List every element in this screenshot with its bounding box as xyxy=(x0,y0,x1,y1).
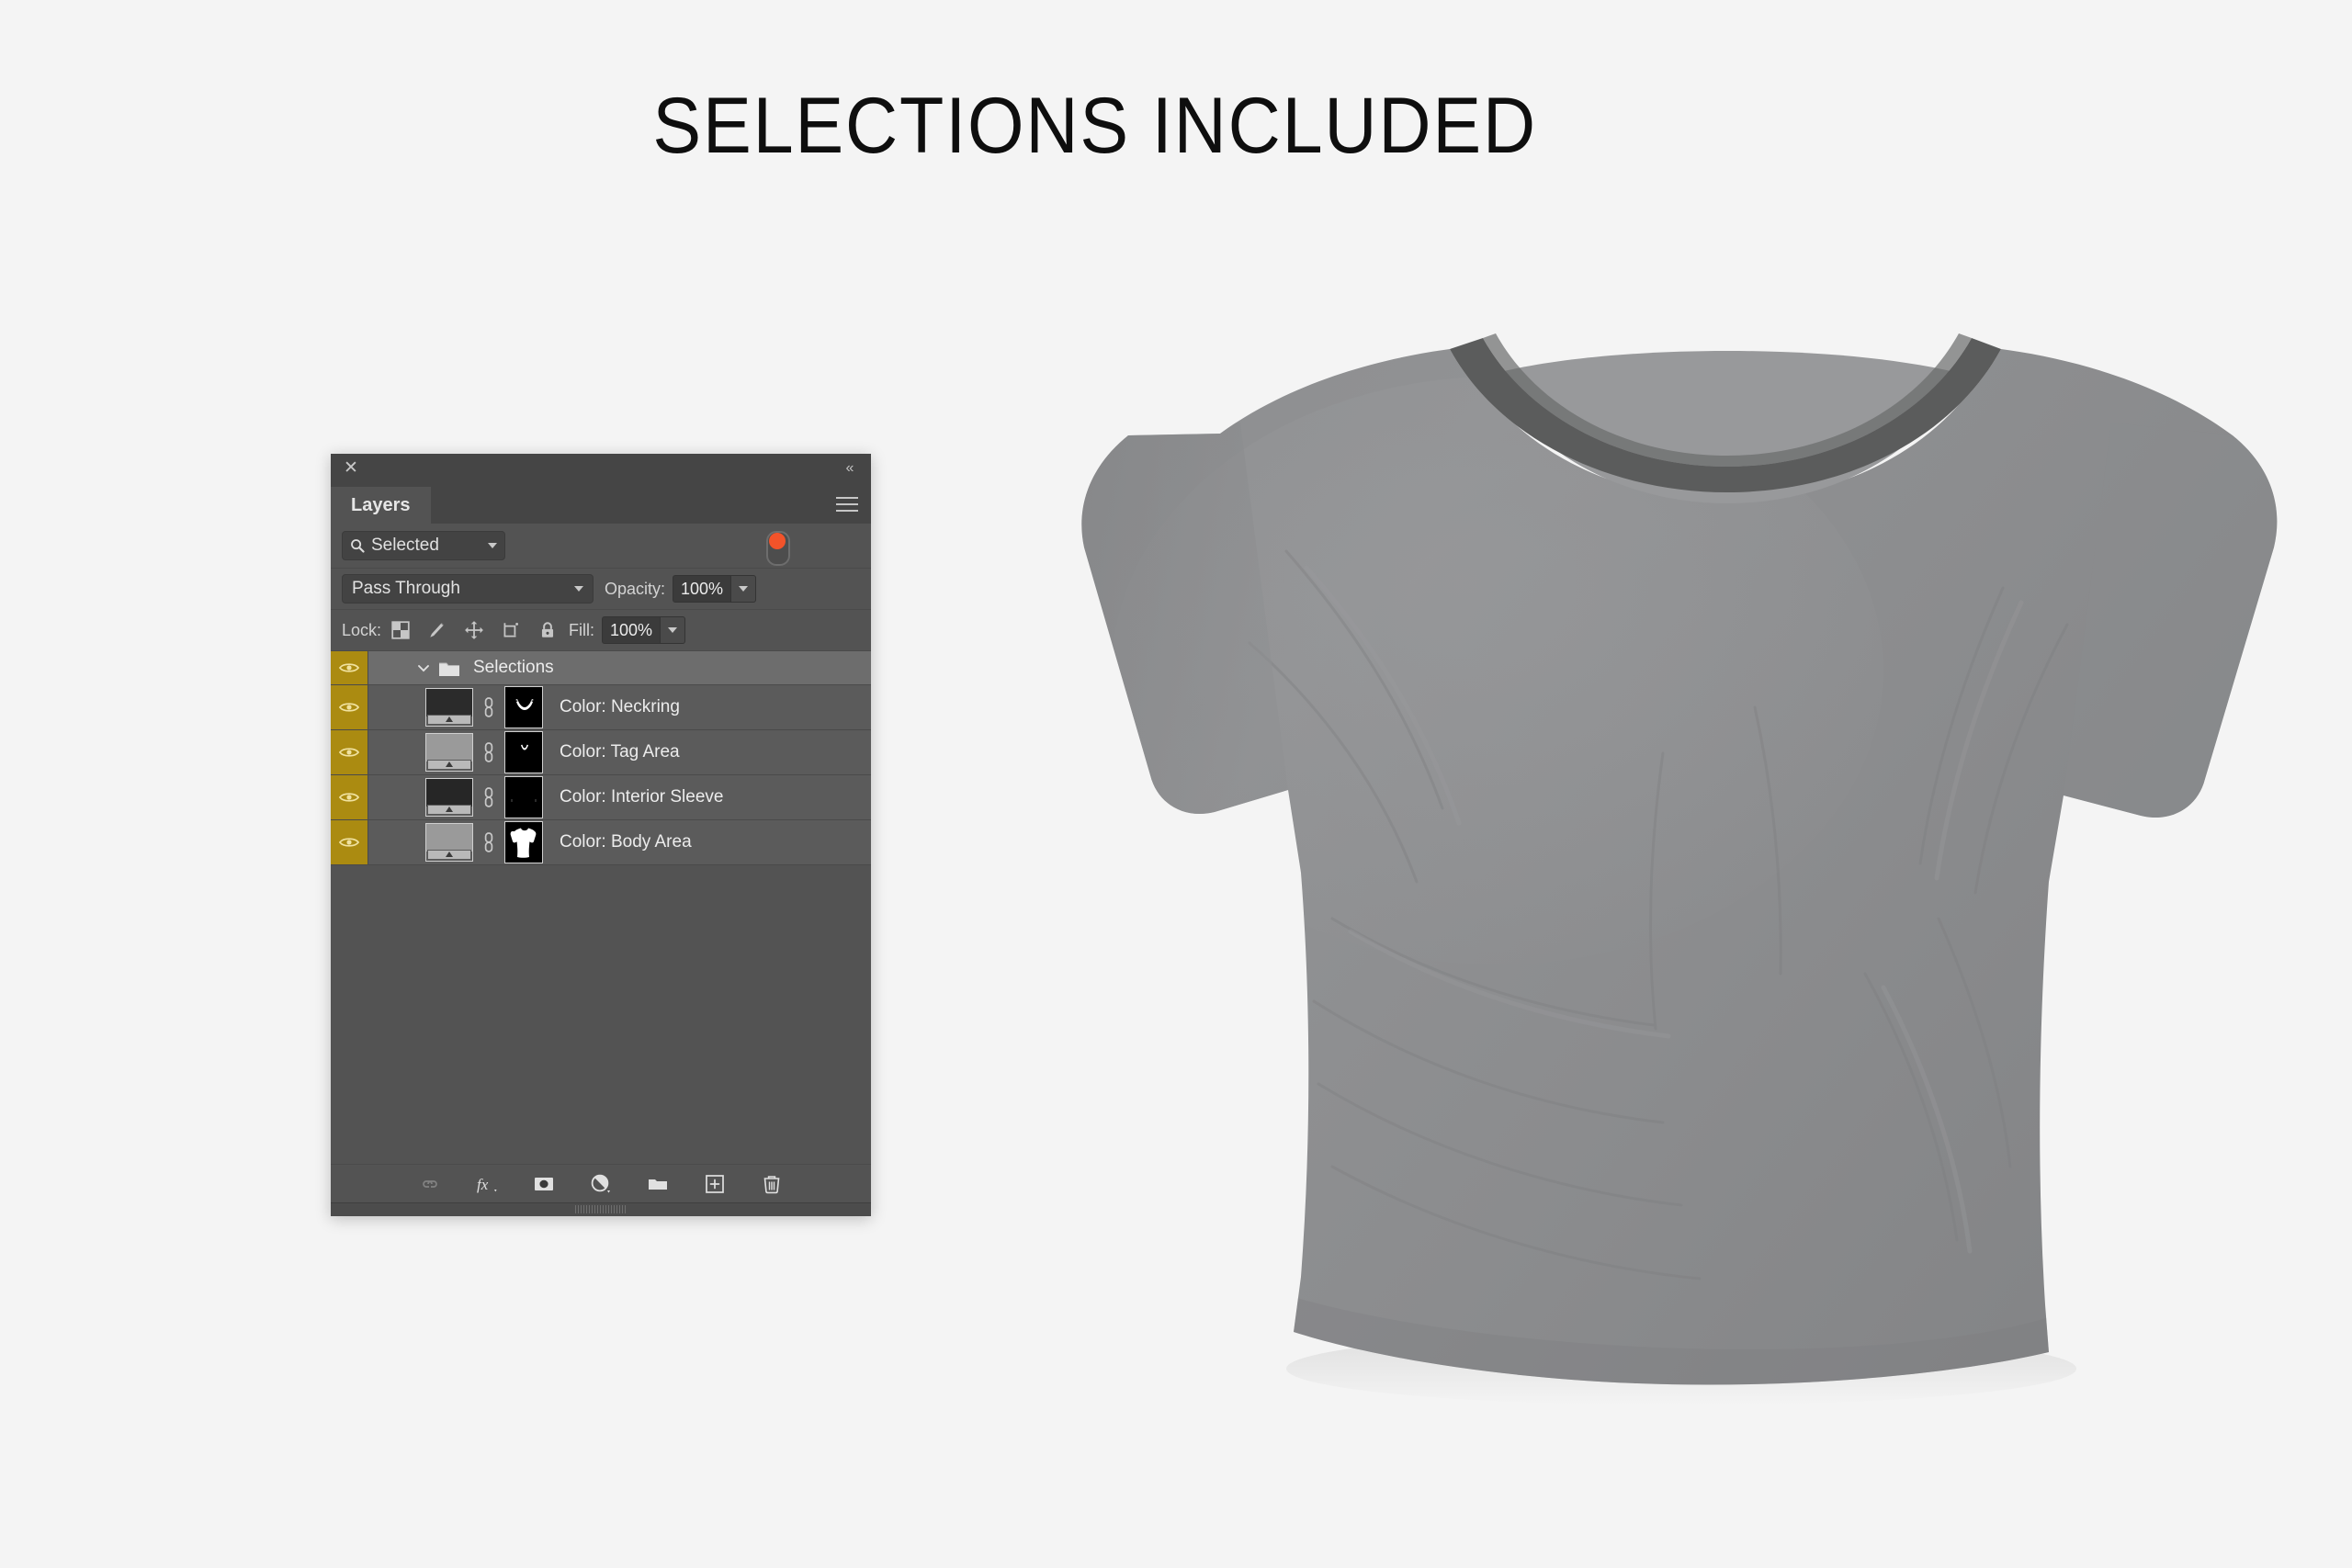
layer-row[interactable]: Color: Interior Sleeve xyxy=(331,775,871,820)
tshirt-illustration xyxy=(1081,327,2278,1405)
delete-layer-icon[interactable] xyxy=(760,1172,784,1196)
lock-label: Lock: xyxy=(342,620,382,639)
fill-stepper[interactable] xyxy=(661,616,686,644)
page-title: SELECTIONS INCLUDED xyxy=(652,82,1537,170)
layer-visibility-toggle[interactable] xyxy=(331,820,368,864)
folder-icon xyxy=(439,662,459,676)
eye-icon xyxy=(339,748,359,757)
opacity-label: Opacity: xyxy=(605,579,666,598)
layer-visibility-toggle[interactable] xyxy=(331,775,368,819)
layer-row[interactable]: Color: Tag Area xyxy=(331,730,871,775)
layer-group-name: Selections xyxy=(473,658,554,677)
blend-mode-row: Pass Through Opacity: 100% xyxy=(331,569,871,610)
link-icon[interactable] xyxy=(481,695,496,719)
eye-icon xyxy=(339,793,359,802)
eye-icon xyxy=(339,663,359,672)
layer-visibility-toggle[interactable] xyxy=(331,685,368,729)
layer-row[interactable]: Color: Body Area xyxy=(331,820,871,865)
layer-name: Color: Tag Area xyxy=(560,742,680,761)
link-icon[interactable] xyxy=(481,785,496,809)
neckring-mask xyxy=(515,699,534,710)
chevron-down-icon xyxy=(739,586,749,592)
layer-group-row[interactable]: Selections xyxy=(331,651,871,685)
layers-panel: ✕ « Layers Selected Pass Through Opacity… xyxy=(331,454,871,1216)
body-area-mask xyxy=(510,828,537,858)
filter-type-value: Selected xyxy=(371,536,439,555)
solid-color-thumbnail[interactable] xyxy=(425,778,473,817)
layer-mask-thumbnail[interactable] xyxy=(504,776,543,818)
layer-visibility-toggle[interactable] xyxy=(331,730,368,774)
fill-input[interactable]: 100% xyxy=(602,616,662,644)
panel-resize-grip[interactable] xyxy=(331,1202,871,1216)
link-icon[interactable] xyxy=(481,830,496,854)
group-visibility-toggle[interactable] xyxy=(331,651,368,684)
layer-list: Selections Color: Neckring Color: Tag Ar… xyxy=(331,651,871,1077)
layer-mask-thumbnail[interactable] xyxy=(504,731,543,773)
layer-name: Color: Interior Sleeve xyxy=(560,787,724,807)
layer-filter-row: Selected xyxy=(331,524,871,569)
blend-mode-select[interactable]: Pass Through xyxy=(342,574,594,604)
eye-icon xyxy=(339,703,359,712)
filter-type-select[interactable]: Selected xyxy=(342,531,505,560)
add-layer-mask-icon[interactable] xyxy=(532,1172,556,1196)
tab-layers[interactable]: Layers xyxy=(331,487,431,524)
layers-bottom-toolbar: fx xyxy=(331,1164,871,1203)
collapse-icon[interactable]: « xyxy=(840,458,860,479)
opacity-input[interactable]: 100% xyxy=(673,575,732,603)
svg-text:fx: fx xyxy=(477,1176,489,1193)
chevron-down-icon xyxy=(488,543,497,548)
lock-all-icon[interactable] xyxy=(537,620,558,640)
interior-sleeve-mask xyxy=(511,799,537,802)
opacity-stepper[interactable] xyxy=(731,575,757,603)
tshirt-mockup xyxy=(854,276,2288,1424)
link-icon[interactable] xyxy=(481,740,496,764)
chevron-down-icon xyxy=(574,586,583,592)
link-layers-icon[interactable] xyxy=(418,1172,442,1196)
new-group-icon[interactable] xyxy=(646,1172,670,1196)
lock-image-pixels-icon[interactable] xyxy=(427,620,447,640)
layer-row[interactable]: Color: Neckring xyxy=(331,685,871,730)
solid-color-thumbnail[interactable] xyxy=(425,823,473,862)
close-icon[interactable]: ✕ xyxy=(342,459,360,478)
panel-menu-icon[interactable] xyxy=(836,497,858,513)
tab-layers-label: Layers xyxy=(351,494,411,515)
layer-effects-fx-icon[interactable]: fx xyxy=(475,1172,499,1196)
tag-area-mask xyxy=(521,744,528,750)
layer-name: Color: Body Area xyxy=(560,832,692,852)
lock-artboard-nesting-icon[interactable] xyxy=(501,620,521,640)
chevron-down-icon[interactable] xyxy=(416,660,431,675)
chevron-down-icon xyxy=(668,627,678,633)
eye-icon xyxy=(339,838,359,847)
solid-color-thumbnail[interactable] xyxy=(425,733,473,772)
new-adjustment-layer-icon[interactable] xyxy=(589,1172,613,1196)
layer-mask-thumbnail[interactable] xyxy=(504,686,543,728)
blend-mode-value: Pass Through xyxy=(352,579,460,598)
filter-toggle-switch[interactable] xyxy=(766,531,790,566)
layer-mask-thumbnail[interactable] xyxy=(504,821,543,863)
solid-color-thumbnail[interactable] xyxy=(425,688,473,727)
panel-titlebar: ✕ « xyxy=(331,454,871,487)
new-layer-icon[interactable] xyxy=(703,1172,727,1196)
lock-transparent-pixels-icon[interactable] xyxy=(390,620,411,640)
lock-position-icon[interactable] xyxy=(464,620,484,640)
search-icon xyxy=(351,539,365,553)
layer-name: Color: Neckring xyxy=(560,697,680,716)
fill-label: Fill: xyxy=(569,620,595,639)
panel-tabbar: Layers xyxy=(331,487,871,524)
lock-row: Lock: Fill: 100% xyxy=(331,610,871,651)
